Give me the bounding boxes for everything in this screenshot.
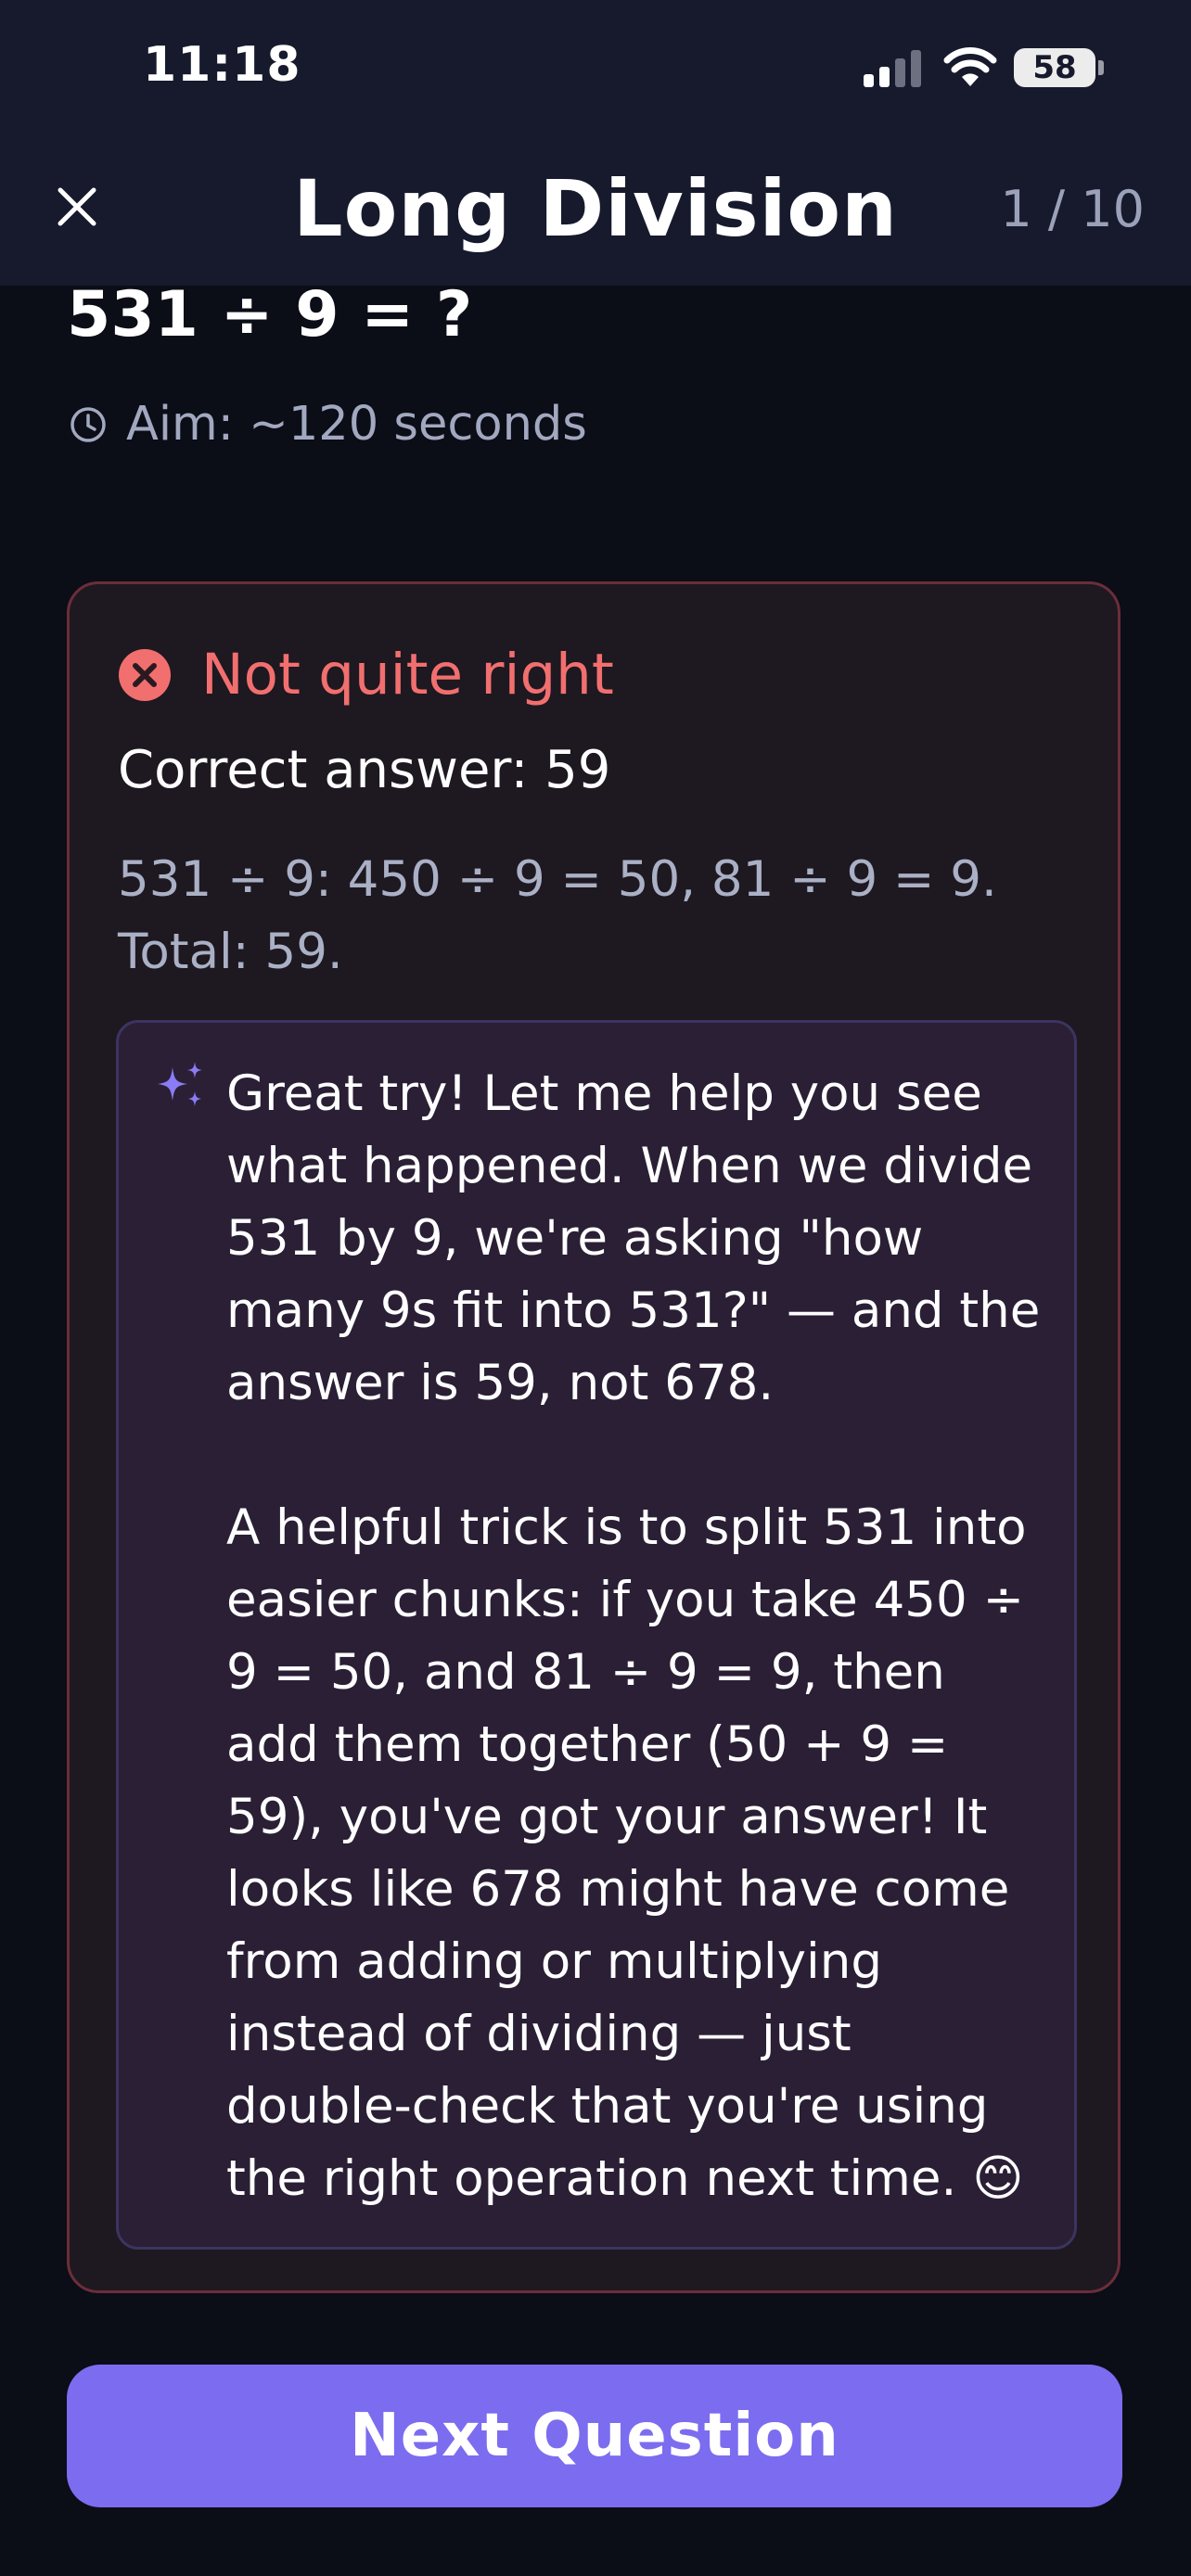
feedback-header: Not quite right [118,642,614,708]
question-progress: 1 / 10 [1000,180,1145,238]
status-icons: 58 [864,45,1104,91]
aim-time: Aim: ~120 seconds [69,397,587,452]
answer-explanation: 531 ÷ 9: 450 ÷ 9 = 50, 81 ÷ 9 = 9. Total… [118,851,997,980]
battery-icon: 58 [1014,48,1095,87]
correct-answer: Correct answer: 59 [118,740,611,800]
feedback-card: Not quite right Correct answer: 59 531 ÷… [67,581,1121,2293]
sparkle-icon [158,1062,202,1106]
ai-feedback-message: Great try! Let me help you see what happ… [226,1065,1041,2207]
battery-tip [1098,60,1104,75]
error-circle-icon [119,648,171,701]
wifi-icon [943,47,997,86]
top-bar: 11:18 58 Long Division 1 / 10 [0,0,1191,286]
battery-level: 58 [1032,49,1077,86]
feedback-status: Not quite right [201,642,614,708]
cellular-signal-icon [864,48,921,87]
status-time: 11:18 [143,37,301,93]
next-question-button[interactable]: Next Question [67,2365,1122,2507]
ai-feedback-box: Great try! Let me help you see what happ… [116,1020,1077,2250]
clock-icon [70,406,106,442]
aim-label: Aim: ~120 seconds [126,397,587,452]
question-text: 531 ÷ 9 = ? [67,278,473,351]
